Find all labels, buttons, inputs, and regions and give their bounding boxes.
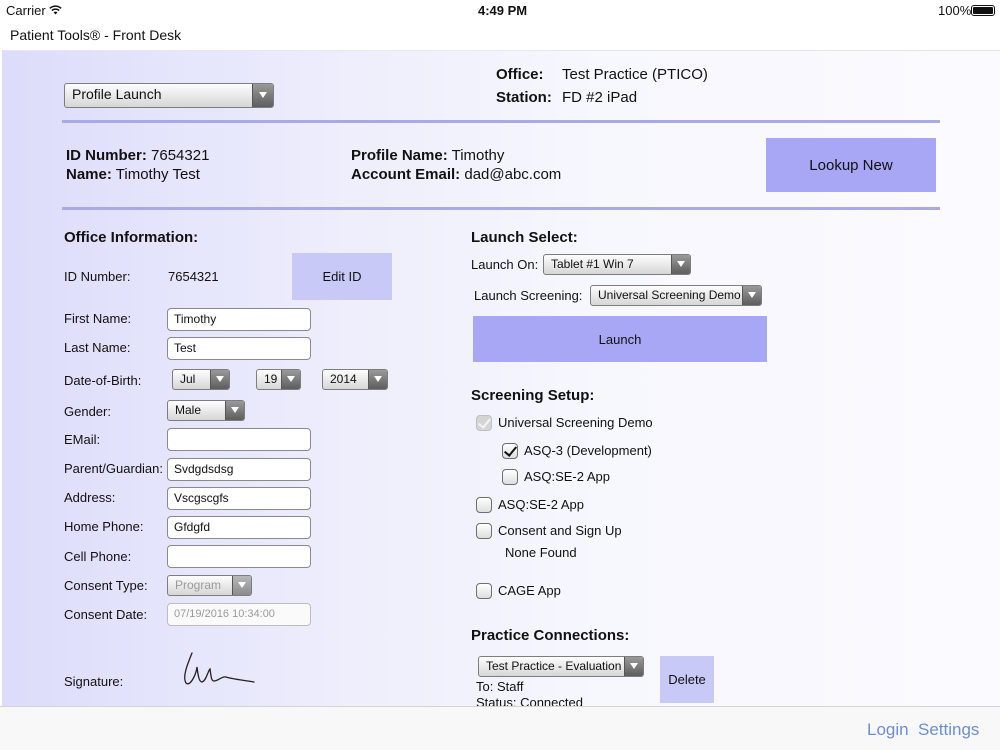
clock: 4:49 PM xyxy=(478,3,528,18)
wifi-icon xyxy=(49,5,62,15)
consent-date-label: Consent Date: xyxy=(64,607,148,622)
battery-percent: 100% xyxy=(938,3,972,18)
summary-separator xyxy=(62,207,940,210)
carrier-label: Carrier xyxy=(6,3,46,18)
consent-type-label: Consent Type: xyxy=(64,578,148,593)
gender-label: Gender: xyxy=(64,404,111,419)
lookup-new-button[interactable]: Lookup New xyxy=(766,138,936,192)
chevron-down-icon xyxy=(232,576,251,595)
station-value: FD #2 iPad xyxy=(562,89,638,106)
main-panel: Profile Launch Office: Test Practice (PT… xyxy=(2,50,1000,710)
consent-type-select[interactable]: Program xyxy=(167,575,252,596)
last-name-label: Last Name: xyxy=(64,340,131,355)
cell-phone-label: Cell Phone: xyxy=(64,549,132,564)
launch-on-label: Launch On: xyxy=(471,257,539,272)
chevron-down-icon xyxy=(281,370,300,389)
edit-id-button[interactable]: Edit ID xyxy=(292,253,392,300)
launch-screening-select[interactable]: Universal Screening Demo xyxy=(590,285,762,306)
practice-connection-select[interactable]: Test Practice - Evaluation xyxy=(478,656,644,677)
status-bar: Carrier 4:49 PM 100% xyxy=(0,0,1000,22)
station-label: Station: xyxy=(496,89,552,106)
consent-date-field: 07/19/2016 10:34:00 xyxy=(167,603,311,626)
office-label: Office: xyxy=(496,66,544,83)
chevron-down-icon xyxy=(671,255,690,274)
checkbox-universal-screening-demo[interactable] xyxy=(476,415,492,431)
first-name-label: First Name: xyxy=(64,311,132,326)
bottom-toolbar: Login Settings xyxy=(0,706,1000,750)
checkbox-label: Consent and Sign Up xyxy=(498,523,622,538)
settings-link[interactable]: Settings xyxy=(918,720,979,740)
screening-setup-title: Screening Setup: xyxy=(471,387,595,404)
launch-screening-label: Launch Screening: xyxy=(474,288,583,303)
checkbox-cage-app[interactable] xyxy=(476,583,492,599)
id-number-label: ID Number: xyxy=(64,269,131,284)
launch-button[interactable]: Launch xyxy=(473,316,767,362)
guardian-field[interactable]: Svdgdsdsg xyxy=(167,458,311,481)
delete-connection-button[interactable]: Delete xyxy=(660,656,714,703)
chevron-down-icon xyxy=(368,370,387,389)
chevron-down-icon xyxy=(225,401,244,420)
header-separator xyxy=(62,120,940,123)
summary-id: ID Number: 7654321 xyxy=(66,147,210,164)
address-field[interactable]: Vscgscgfs xyxy=(167,487,311,510)
address-label: Address: xyxy=(64,490,116,505)
chevron-down-icon xyxy=(252,84,273,107)
title-bar: Patient Tools® - Front Desk xyxy=(0,22,1000,50)
office-value: Test Practice (PTICO) xyxy=(562,66,708,83)
dob-day-select[interactable]: 19 xyxy=(256,369,301,390)
email-label: EMail: xyxy=(64,432,101,447)
checkbox-label: ASQ:SE-2 App xyxy=(498,497,584,512)
checkbox-label: Universal Screening Demo xyxy=(498,415,653,430)
summary-account-email: Account Email: dad@abc.com xyxy=(351,166,562,183)
summary-profile-name: Profile Name: Timothy xyxy=(351,147,505,164)
none-found-text: None Found xyxy=(505,545,577,560)
last-name-field[interactable]: Test xyxy=(167,337,311,360)
checkbox-asq-se2-app-nested[interactable] xyxy=(502,469,518,485)
practice-connections-title: Practice Connections: xyxy=(471,627,630,644)
chevron-down-icon xyxy=(624,657,643,676)
profile-launch-dropdown[interactable]: Profile Launch xyxy=(64,83,274,108)
dob-month-select[interactable]: Jul xyxy=(172,369,230,390)
checkbox-asq-se2-app[interactable] xyxy=(476,497,492,513)
signature-image xyxy=(184,652,255,685)
checkbox-label: ASQ:SE-2 App xyxy=(524,469,610,484)
cell-phone-field[interactable] xyxy=(167,545,311,568)
summary-name: Name: Timothy Test xyxy=(66,166,200,183)
gender-select[interactable]: Male xyxy=(167,400,245,421)
checkbox-asq3-development[interactable] xyxy=(502,443,518,459)
battery-icon xyxy=(971,5,995,16)
checkbox-consent-sign-up[interactable] xyxy=(476,523,492,539)
login-link[interactable]: Login xyxy=(867,720,909,740)
signature-label: Signature: xyxy=(64,674,124,689)
home-phone-label: Home Phone: xyxy=(64,519,144,534)
id-number-value: 7654321 xyxy=(168,269,219,284)
checkbox-label: ASQ-3 (Development) xyxy=(524,443,652,458)
checkbox-label: CAGE App xyxy=(498,583,561,598)
connection-to: To: Staff xyxy=(476,679,524,694)
dob-year-select[interactable]: 2014 xyxy=(322,369,388,390)
office-info-title: Office Information: xyxy=(64,229,199,246)
launch-select-title: Launch Select: xyxy=(471,229,578,246)
first-name-field[interactable]: Timothy xyxy=(167,308,311,331)
app-title: Patient Tools® - Front Desk xyxy=(10,27,182,43)
email-field[interactable] xyxy=(167,428,311,451)
chevron-down-icon xyxy=(742,286,761,305)
home-phone-field[interactable]: Gfdgfd xyxy=(167,516,311,539)
chevron-down-icon xyxy=(210,370,229,389)
guardian-label: Parent/Guardian: xyxy=(64,461,164,476)
dob-label: Date-of-Birth: xyxy=(64,373,142,388)
launch-on-select[interactable]: Tablet #1 Win 7 xyxy=(543,254,691,275)
